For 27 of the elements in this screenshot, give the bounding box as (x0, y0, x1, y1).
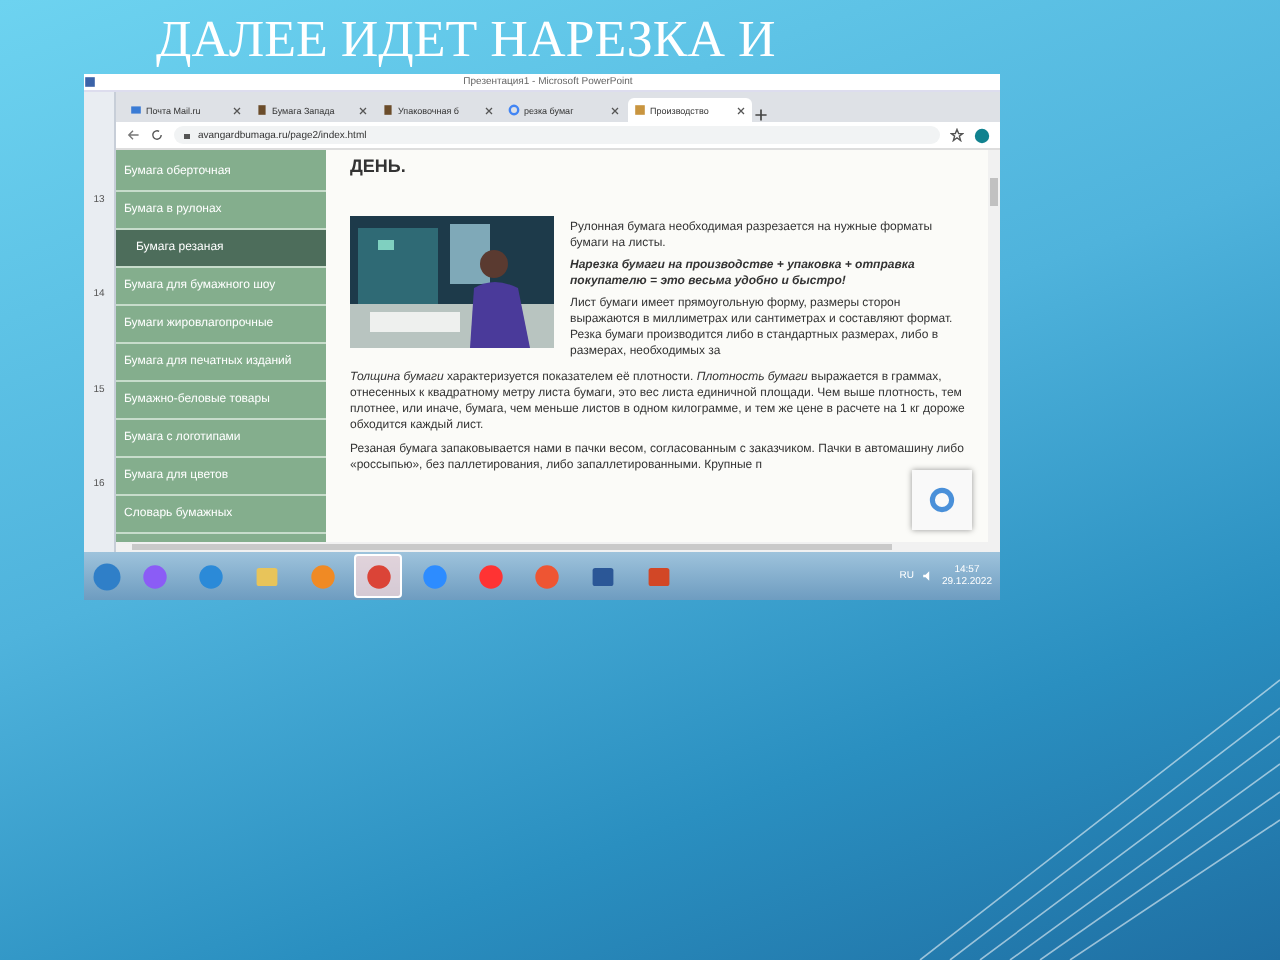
mail-icon (130, 104, 142, 116)
browser-icon (197, 563, 223, 589)
site-icon (634, 104, 646, 116)
video-call-icon (421, 563, 447, 589)
horizontal-scrollbar[interactable] (116, 542, 1000, 552)
close-icon (736, 105, 746, 115)
document-icon (256, 104, 268, 116)
taskbar-app[interactable] (354, 554, 402, 598)
media-player-icon (309, 563, 335, 589)
star-icon (950, 128, 964, 142)
volume-icon (921, 570, 934, 582)
captcha-badge[interactable] (912, 470, 972, 530)
profile-avatar-icon (974, 127, 990, 143)
slide-title: ДАЛЕЕ ИДЕТ НАРЕЗКА И (154, 8, 778, 72)
close-icon (232, 105, 242, 115)
vertical-scrollbar[interactable] (988, 150, 1000, 542)
reload-icon (150, 128, 164, 142)
browser-icon (533, 563, 559, 589)
folder-icon (253, 563, 279, 589)
page-heading: ДЕНЬ. (350, 156, 408, 176)
start-icon (92, 561, 122, 591)
close-icon (484, 105, 494, 115)
close-icon (610, 105, 620, 115)
close-icon (358, 105, 368, 115)
document-icon (382, 104, 394, 116)
back-icon (126, 128, 140, 142)
plus-icon (754, 108, 768, 122)
